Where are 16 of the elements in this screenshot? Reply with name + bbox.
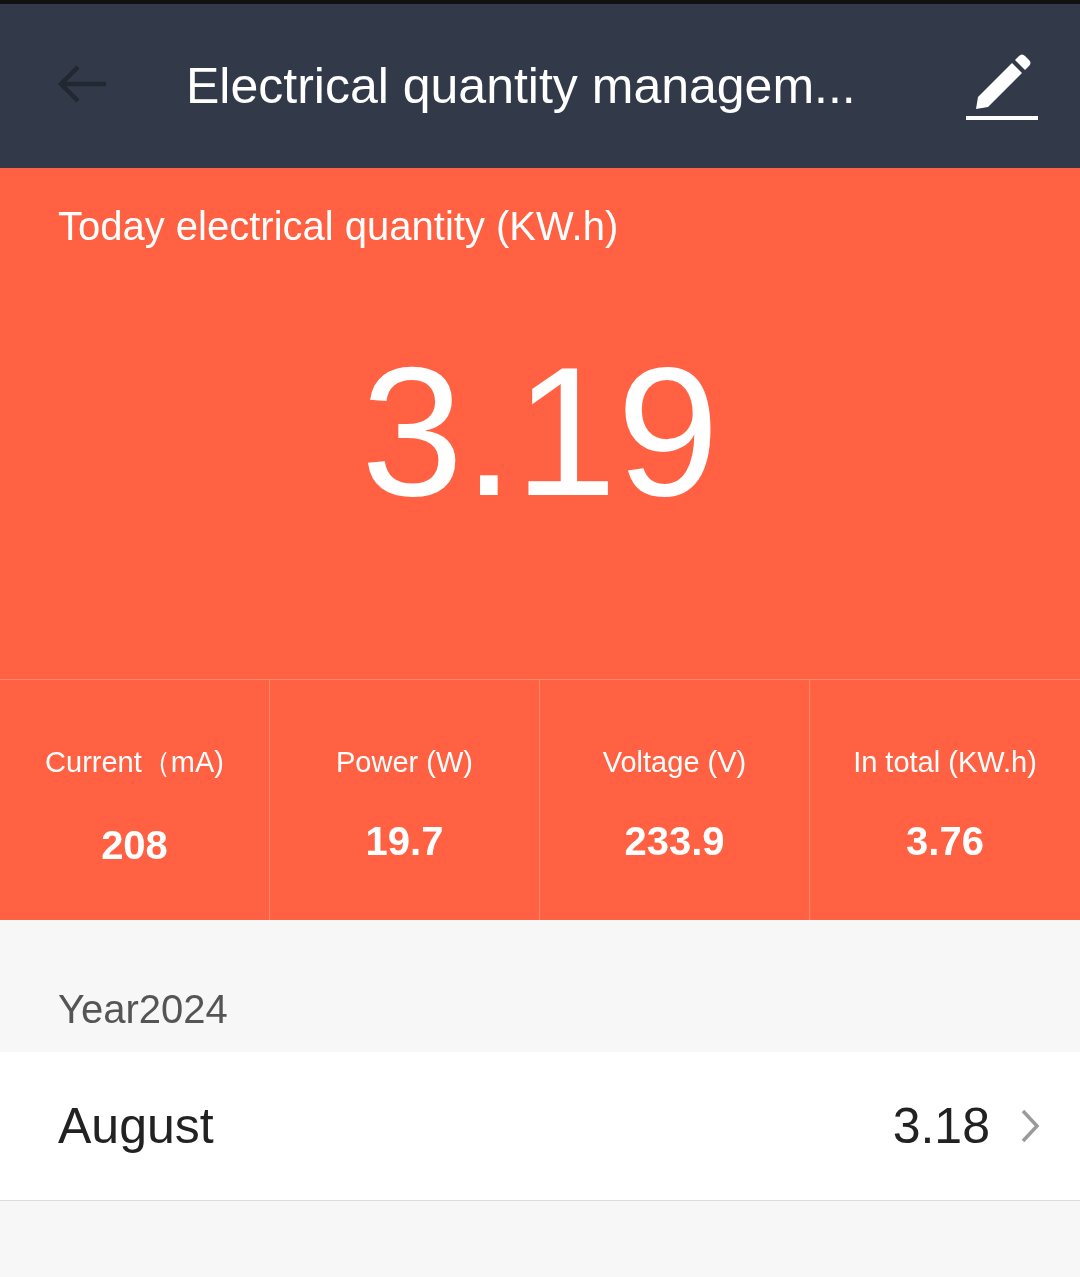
stat-label: Power (W): [336, 746, 473, 779]
month-name: August: [58, 1097, 215, 1155]
month-row[interactable]: August 3.18: [0, 1052, 1080, 1201]
month-value: 3.18: [892, 1097, 990, 1155]
screen-title: Electrical quantity managem...: [186, 57, 857, 115]
stat-value: 3.76: [906, 819, 984, 864]
stat-value: 233.9: [624, 819, 725, 864]
stat-label: Current（mA): [45, 744, 224, 780]
stat-value: 208: [101, 822, 168, 868]
stat-value: 19.7: [365, 819, 444, 864]
chevron-right-icon: [1020, 1108, 1040, 1144]
stat-label: In total (KW.h): [853, 746, 1037, 779]
stat-label: Voltage (V): [602, 746, 747, 779]
today-value: 3.19: [359, 339, 721, 523]
today-label: Today electrical quantity (KW.h): [58, 204, 620, 249]
year-header: Year2024: [57, 986, 229, 1033]
